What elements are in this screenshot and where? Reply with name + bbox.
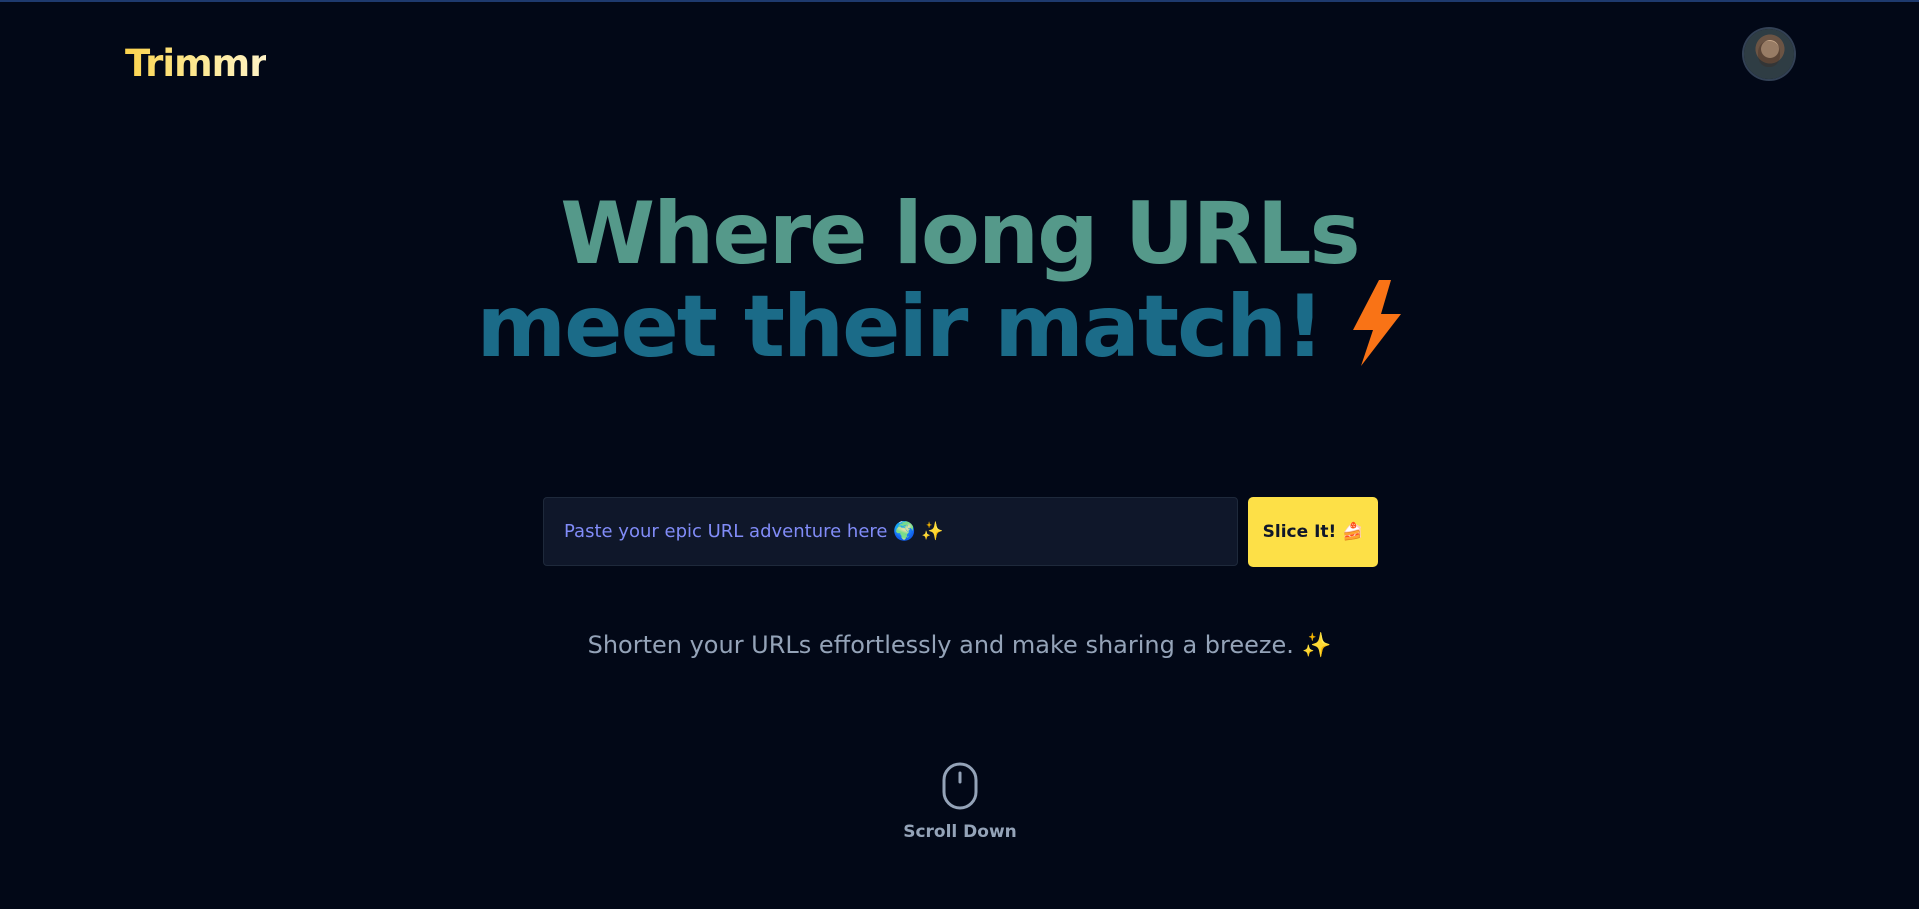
hero-line-1: Where long URLs: [560, 184, 1360, 284]
user-avatar[interactable]: [1744, 29, 1794, 79]
scroll-down-indicator[interactable]: Scroll Down: [900, 762, 1020, 842]
top-border: [0, 0, 1919, 2]
slice-it-button[interactable]: Slice It! 🍰: [1248, 497, 1378, 567]
hero-line-2-text: meet their match!: [476, 277, 1325, 377]
landing-page: Trimmr Where long URLs meet their match!…: [0, 0, 1919, 909]
logo[interactable]: Trimmr: [125, 42, 267, 85]
tagline: Shorten your URLs effortlessly and make …: [587, 631, 1332, 659]
mouse-icon: [900, 762, 1020, 810]
url-input[interactable]: [543, 497, 1238, 566]
hero-heading: Where long URLs meet their match!: [0, 188, 1919, 383]
hero-line-2: meet their match!: [0, 280, 1899, 383]
avatar-image: [1758, 41, 1780, 67]
lightning-bolt-icon: [1349, 280, 1403, 383]
scroll-down-label: Scroll Down: [903, 822, 1017, 842]
